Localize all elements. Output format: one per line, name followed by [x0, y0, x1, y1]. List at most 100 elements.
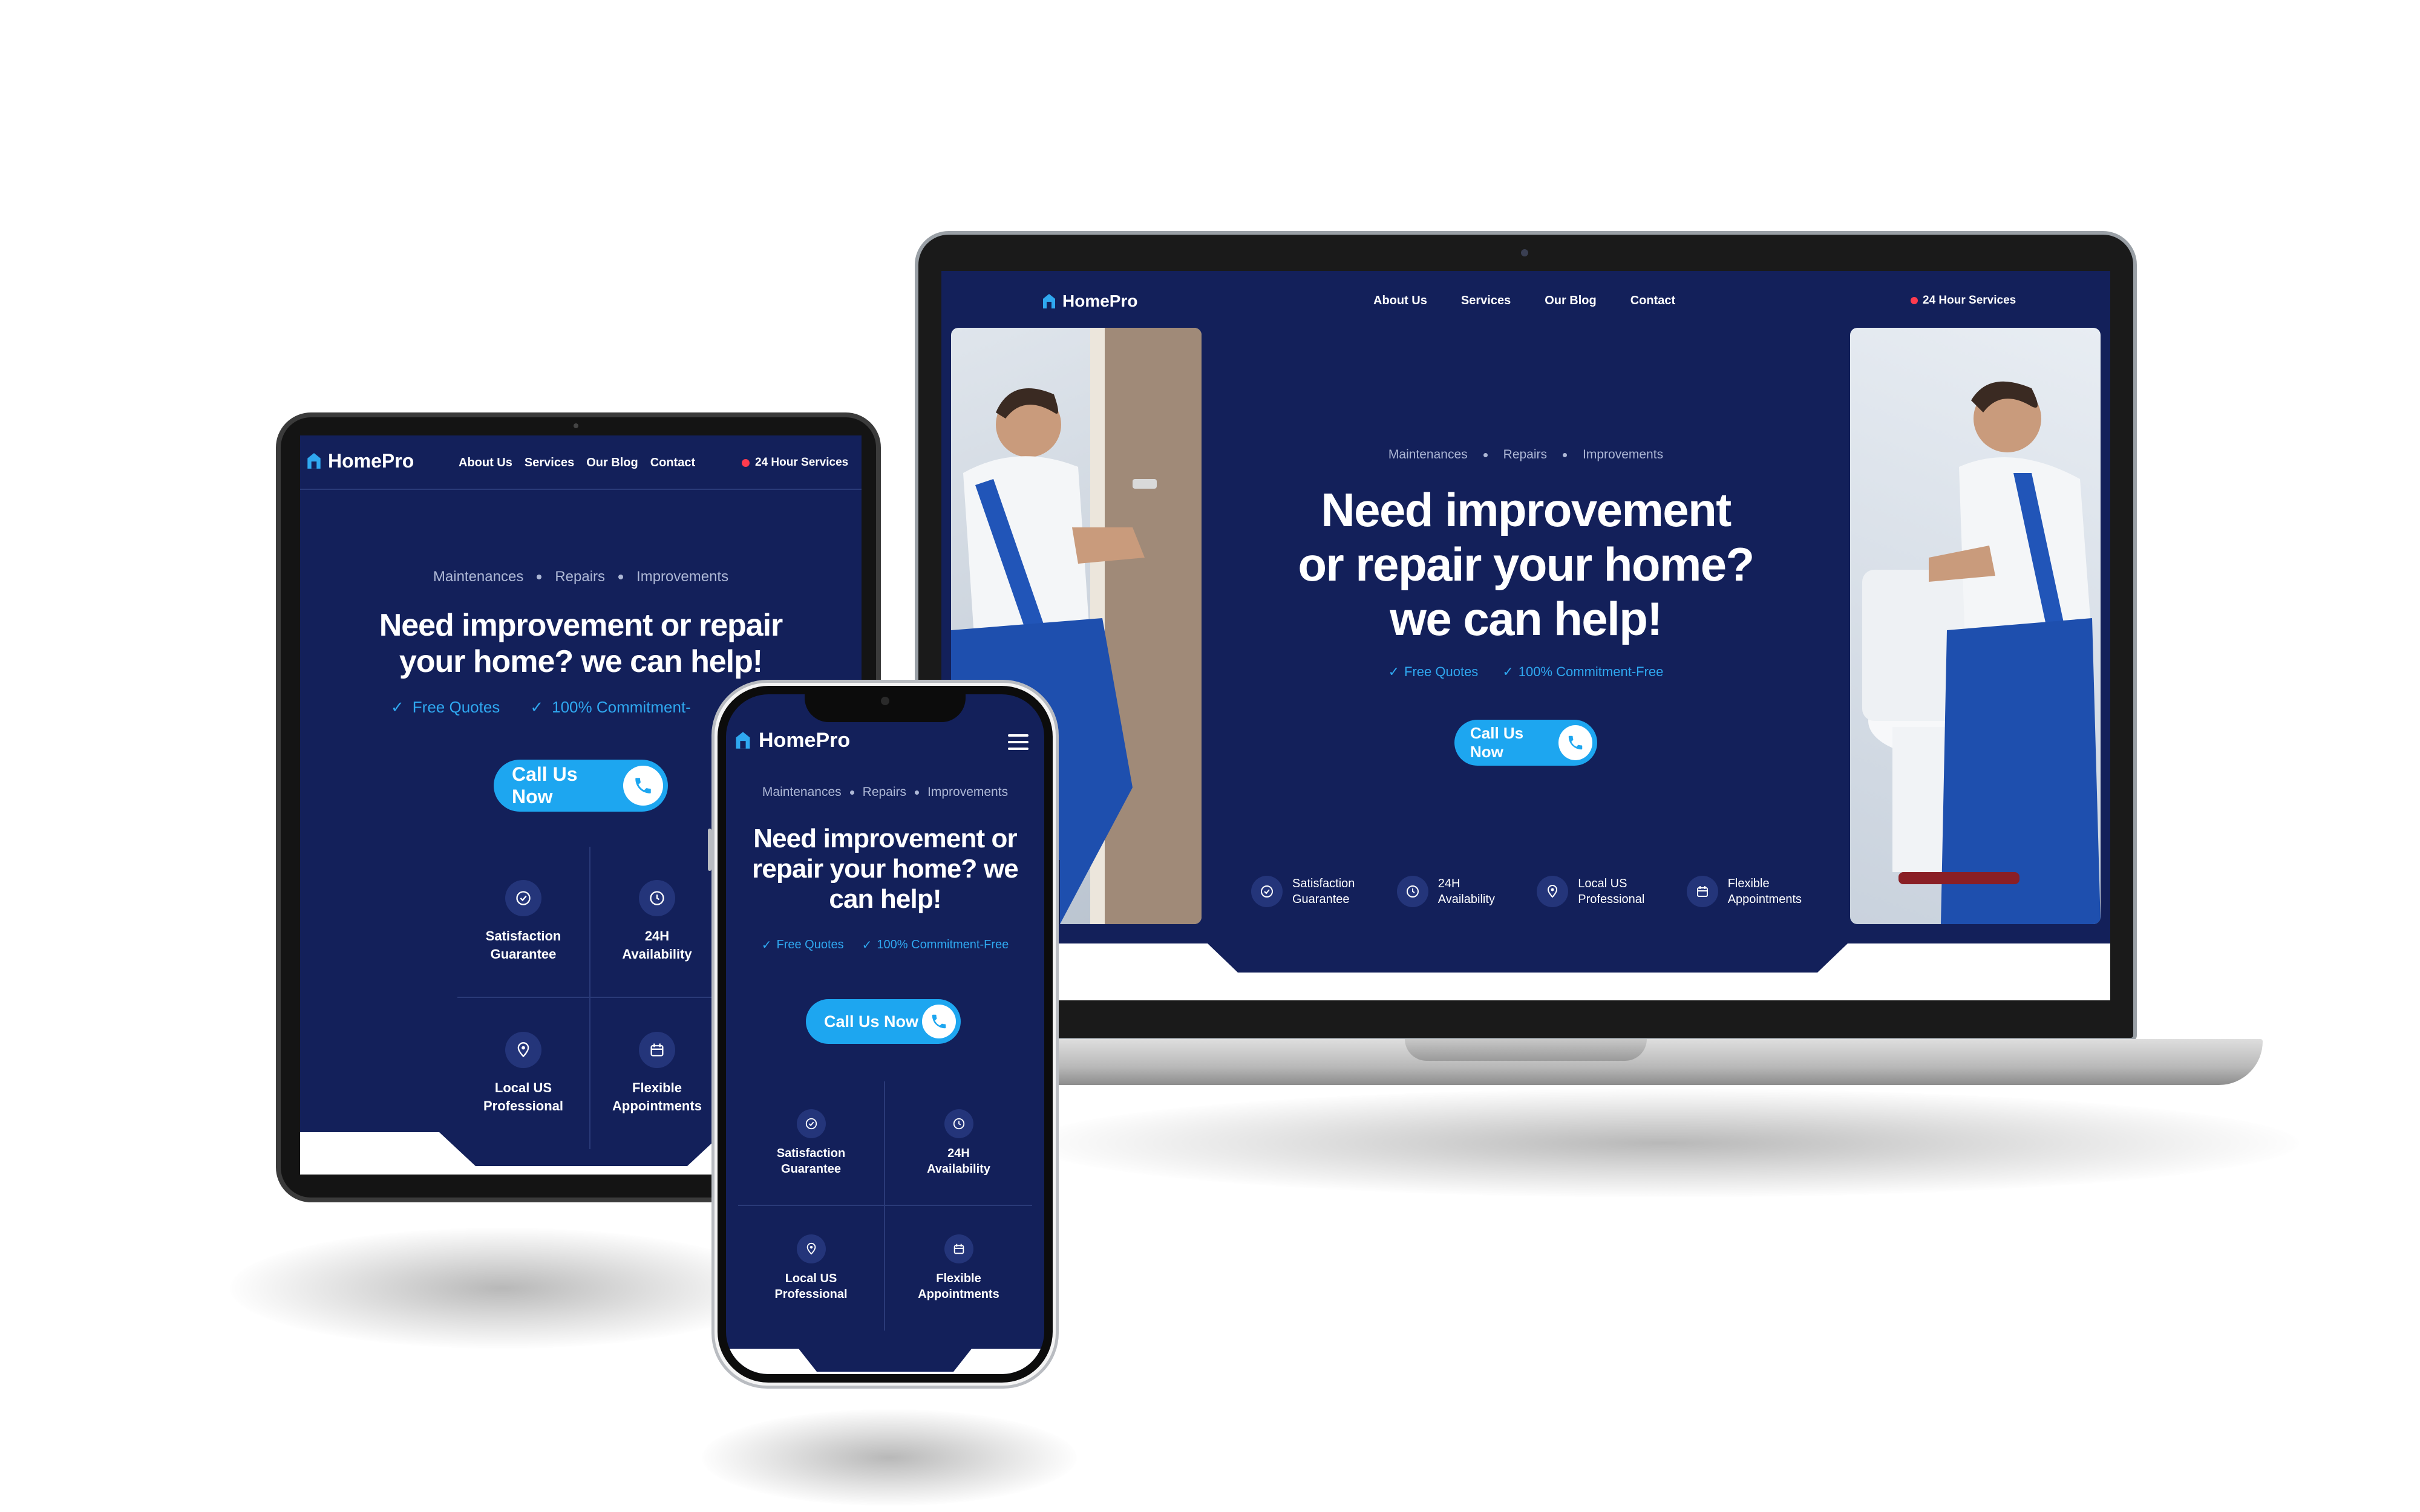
- feature-label: 24H Availability: [1438, 876, 1495, 907]
- feature-satisfaction: Satisfaction Guarantee: [738, 1081, 885, 1206]
- headline-line: or repair your home?: [1298, 538, 1754, 591]
- phone-icon: [1558, 725, 1592, 760]
- check-label: Free Quotes: [776, 938, 844, 951]
- feature-local: Local US Professional: [457, 998, 590, 1149]
- feature-line: Local US: [1578, 877, 1627, 890]
- hero-headline: Need improvement or repair your home? we…: [300, 607, 862, 680]
- check-commitment-free: ✓ 100% Commitment-Free: [862, 937, 1009, 953]
- crumb-improvements: Improvements: [1583, 448, 1664, 461]
- device-mockup-stage: HomePro About Us Services Our Blog Conta…: [0, 0, 2420, 1512]
- check-icon: ✓: [1502, 664, 1514, 679]
- call-us-now-button[interactable]: Call Us Now: [494, 760, 668, 812]
- feature-line: Satisfaction: [776, 1147, 846, 1160]
- brand-name: HomePro: [1062, 292, 1138, 310]
- logo[interactable]: HomePro: [1042, 289, 1137, 313]
- call-us-now-button[interactable]: Call Us Now: [1454, 720, 1597, 766]
- location-pin-icon: [505, 1032, 541, 1068]
- feature-line: Guarantee: [490, 947, 557, 962]
- crumb-improvements: Improvements: [636, 569, 729, 585]
- shield-check-icon: [505, 880, 541, 916]
- nav-about[interactable]: About Us: [1373, 294, 1427, 308]
- feature-line: Flexible: [1727, 877, 1770, 890]
- feature-label: Flexible Appointments: [1728, 876, 1802, 907]
- section-divider: [726, 1349, 1044, 1374]
- crumb-separator: [849, 790, 854, 795]
- house-logo-icon: [736, 732, 750, 749]
- status-dot: [742, 458, 750, 467]
- feature-line: Availability: [927, 1162, 990, 1176]
- check-label: 100% Commitment-: [552, 698, 691, 716]
- nav-blog[interactable]: Our Blog: [586, 456, 638, 470]
- feature-line: Guarantee: [1292, 893, 1350, 906]
- brand-name: HomePro: [759, 728, 851, 752]
- benefit-checks: ✓ Free Quotes ✓ 100% Commitment-Free: [726, 937, 1044, 953]
- crumb-maintenances: Maintenances: [762, 785, 842, 799]
- clock-icon: [639, 880, 675, 916]
- crumb-separator: [1563, 452, 1568, 457]
- crumb-separator: [618, 575, 624, 579]
- nav-contact[interactable]: Contact: [650, 456, 695, 470]
- status-dot: [1911, 297, 1918, 304]
- main-nav: About Us Services Our Blog Contact: [459, 456, 695, 470]
- laptop-hinge-notch: [1405, 1039, 1647, 1061]
- nav-services[interactable]: Services: [1461, 294, 1511, 308]
- shield-check-icon: [1251, 876, 1283, 907]
- tablet-camera: [574, 423, 578, 428]
- check-label: 100% Commitment-Free: [877, 938, 1009, 951]
- calendar-icon: [944, 1234, 973, 1263]
- call-us-now-button[interactable]: Call Us Now: [806, 999, 961, 1044]
- tablet-shadow: [230, 1228, 774, 1349]
- nav-services[interactable]: Services: [525, 456, 574, 470]
- feature-grid: Satisfaction Guarantee 24H Availability …: [738, 1081, 1032, 1331]
- worker-toilet-image: [1862, 381, 2101, 924]
- feature-line: Local US: [785, 1272, 837, 1285]
- crumb-separator: [1483, 452, 1488, 457]
- headline-line: Need improvement: [1321, 483, 1732, 536]
- logo[interactable]: HomePro: [734, 728, 850, 752]
- feature-label: Satisfaction Guarantee: [1292, 876, 1355, 907]
- headline-line: your home? we can help!: [399, 644, 763, 679]
- feature-line: Availability: [1437, 893, 1495, 906]
- logo[interactable]: HomePro: [306, 449, 414, 473]
- feature-line: Professional: [483, 1098, 564, 1113]
- feature-local: Local US Professional: [738, 1206, 885, 1331]
- check-icon: ✓: [1388, 664, 1400, 679]
- phone-icon: [623, 766, 663, 806]
- headline-line: Need improvement or: [753, 824, 1018, 853]
- house-logo-icon: [307, 453, 321, 469]
- benefit-checks: ✓ Free Quotes ✓ 100% Commitment-Free: [1280, 664, 1771, 680]
- hour-services-badge[interactable]: 24 Hour Services: [742, 456, 848, 469]
- feature-flexible: Flexible Appointments: [590, 998, 724, 1149]
- feature-line: Appointments: [612, 1098, 702, 1113]
- feature-line: 24H: [947, 1147, 970, 1160]
- hamburger-menu-icon[interactable]: [1008, 734, 1028, 750]
- feature-line: Satisfaction: [1292, 877, 1355, 890]
- feature-line: Satisfaction: [485, 928, 561, 943]
- check-icon: ✓: [391, 698, 404, 716]
- check-label: Free Quotes: [412, 698, 500, 716]
- section-divider: [941, 943, 2110, 1000]
- crumb-improvements: Improvements: [927, 785, 1009, 799]
- location-pin-icon: [796, 1234, 826, 1263]
- feature-line: 24H: [644, 928, 670, 943]
- check-commitment-free: ✓ 100% Commitment-: [530, 698, 691, 717]
- brand-name: HomePro: [328, 449, 414, 472]
- feature-line: Flexible: [632, 1080, 682, 1095]
- nav-contact[interactable]: Contact: [1630, 294, 1675, 308]
- check-commitment-free: ✓ 100% Commitment-Free: [1502, 664, 1663, 680]
- headline-line: we can help!: [1390, 592, 1663, 645]
- phone-shadow: [702, 1409, 1077, 1506]
- hour-services-badge[interactable]: 24 Hour Services: [1911, 294, 2016, 307]
- feature-line: Appointments: [1727, 893, 1802, 906]
- check-free-quotes: ✓ Free Quotes: [1388, 664, 1479, 680]
- crumb-separator: [915, 790, 920, 795]
- feature-line: Local US: [494, 1080, 552, 1095]
- laptop-screen: HomePro About Us Services Our Blog Conta…: [941, 271, 2110, 1000]
- feature-line: Professional: [1578, 893, 1645, 906]
- house-logo-icon: [1043, 294, 1055, 308]
- check-icon: ✓: [761, 939, 772, 952]
- feature-line: Guarantee: [781, 1162, 841, 1176]
- crumb-repairs: Repairs: [555, 569, 606, 585]
- nav-about[interactable]: About Us: [459, 456, 512, 470]
- nav-blog[interactable]: Our Blog: [1545, 294, 1597, 308]
